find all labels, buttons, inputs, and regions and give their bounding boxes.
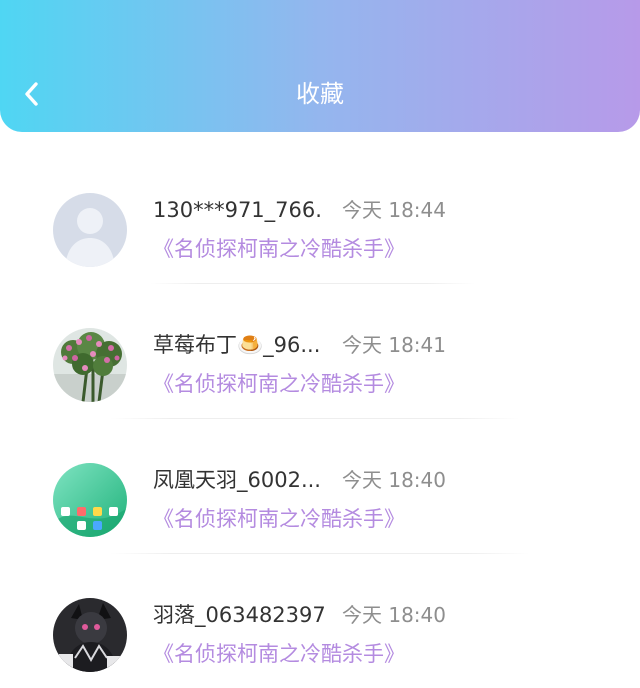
list-item[interactable]: 羽落_063482397 今天 18:40 《名侦探柯南之冷酷杀手》 [0, 555, 640, 688]
timestamp: 今天 18:40 [342, 468, 446, 492]
page-title: 收藏 [296, 80, 344, 108]
list-item[interactable]: 草莓布丁🍮_96... 今天 18:41 《名侦探柯南之冷酷杀手》 [0, 285, 640, 420]
header-bar: 收藏 [0, 0, 640, 132]
anime-character-image [53, 598, 127, 672]
favorited-title-link[interactable]: 《名侦探柯南之冷酷杀手》 [153, 369, 405, 399]
app-screen-image [53, 463, 127, 537]
flower-photo-avatar[interactable] [53, 328, 127, 402]
user-name: 草莓布丁🍮_96... [153, 333, 321, 357]
divider [110, 418, 520, 419]
favorited-title-link[interactable]: 《名侦探柯南之冷酷杀手》 [153, 639, 405, 669]
favorited-title-link[interactable]: 《名侦探柯南之冷酷杀手》 [153, 234, 405, 264]
list-item[interactable]: 凤凰天羽_6002... 今天 18:40 《名侦探柯南之冷酷杀手》 [0, 420, 640, 555]
divider [150, 283, 475, 284]
flower-photo-image [53, 328, 127, 402]
list-item[interactable]: 130***971_766. 今天 18:44 《名侦探柯南之冷酷杀手》 [0, 150, 640, 285]
favorites-page: 收藏 130***971_766. 今天 18:44 《名侦探柯南之冷酷杀手》 [0, 0, 640, 688]
green-app-screen-avatar[interactable] [53, 463, 127, 537]
dark-anime-avatar[interactable] [53, 598, 127, 672]
user-silhouette-icon [53, 193, 127, 267]
favorited-title-link[interactable]: 《名侦探柯南之冷酷杀手》 [153, 504, 405, 534]
favorites-list: 130***971_766. 今天 18:44 《名侦探柯南之冷酷杀手》 草莓布… [0, 150, 640, 688]
divider [110, 553, 530, 554]
user-name: 130***971_766. [153, 198, 322, 222]
timestamp: 今天 18:44 [342, 198, 446, 222]
default-user-avatar[interactable] [53, 193, 127, 267]
timestamp: 今天 18:40 [342, 603, 446, 627]
timestamp: 今天 18:41 [342, 333, 446, 357]
user-name: 凤凰天羽_6002... [153, 468, 321, 492]
user-name: 羽落_063482397 [153, 603, 326, 627]
